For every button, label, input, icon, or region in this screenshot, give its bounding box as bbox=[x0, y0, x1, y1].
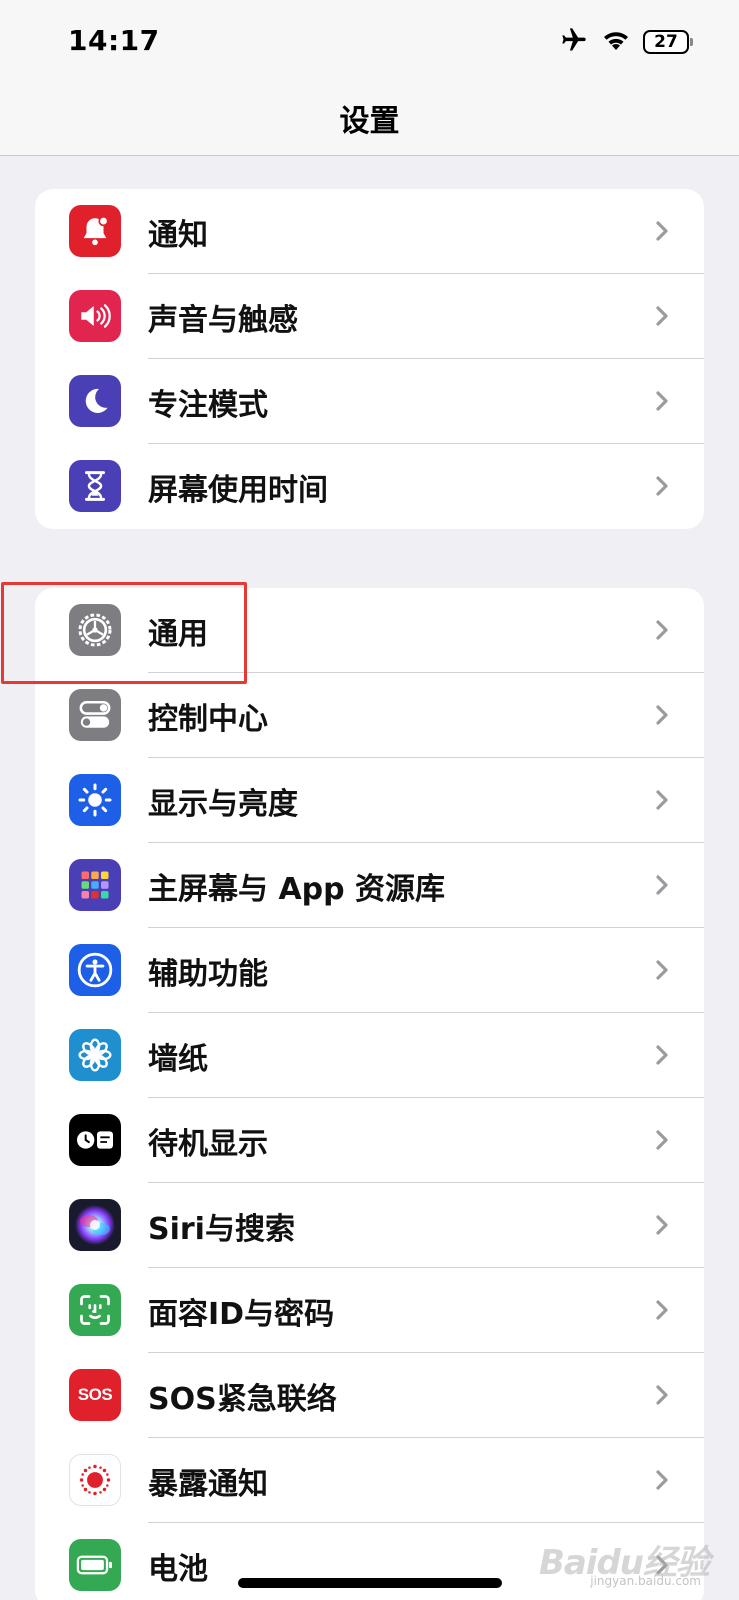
settings-row-accessibility[interactable]: 辅助功能 bbox=[35, 928, 704, 1013]
settings-row-display[interactable]: 显示与亮度 bbox=[35, 758, 704, 843]
wifi-icon bbox=[601, 28, 631, 56]
page-title: 设置 bbox=[339, 103, 400, 139]
chevron-right-icon bbox=[656, 875, 668, 895]
settings-row-standby[interactable]: 待机显示 bbox=[35, 1098, 704, 1183]
status-icons: 27 bbox=[559, 26, 693, 58]
chevron-right-icon bbox=[656, 306, 668, 326]
settings-group-1: 通知 声音与触感 专注模式 屏幕使用时间 bbox=[35, 189, 704, 529]
row-label: 面容ID与密码 bbox=[148, 1296, 335, 1332]
face-id-icon bbox=[69, 1284, 121, 1336]
row-label: 屏幕使用时间 bbox=[148, 472, 328, 508]
sos-icon-text: SOS bbox=[77, 1385, 113, 1404]
chevron-right-icon bbox=[656, 1130, 668, 1150]
row-label: Siri与搜索 bbox=[148, 1211, 295, 1247]
row-label: 电池 bbox=[148, 1551, 208, 1587]
settings-group-2: 通用 控制中心 显示与亮度 主屏幕与 App 资源库 辅助功能 墙纸 待机显示 … bbox=[35, 588, 704, 1600]
standby-icon bbox=[69, 1114, 121, 1166]
settings-row-sos[interactable]: SOS SOS紧急联络 bbox=[35, 1353, 704, 1438]
settings-row-exposure[interactable]: 暴露通知 bbox=[35, 1438, 704, 1523]
watermark-url: jingyan.baidu.com bbox=[590, 1574, 701, 1588]
chevron-right-icon bbox=[656, 1045, 668, 1065]
row-label: SOS紧急联络 bbox=[148, 1381, 337, 1417]
nav-bar: 设置 bbox=[0, 84, 739, 156]
settings-row-sounds[interactable]: 声音与触感 bbox=[35, 274, 704, 359]
settings-row-control-center[interactable]: 控制中心 bbox=[35, 673, 704, 758]
sos-icon: SOS bbox=[69, 1369, 121, 1421]
settings-row-wallpaper[interactable]: 墙纸 bbox=[35, 1013, 704, 1098]
status-bar: 14:17 27 bbox=[0, 0, 739, 84]
battery-icon: 27 bbox=[643, 30, 693, 54]
row-label: 暴露通知 bbox=[148, 1466, 268, 1502]
settings-row-siri[interactable]: Siri与搜索 bbox=[35, 1183, 704, 1268]
row-label: 声音与触感 bbox=[148, 302, 298, 338]
chevron-right-icon bbox=[656, 790, 668, 810]
highlight-box bbox=[1, 582, 247, 684]
app-grid-icon bbox=[69, 859, 121, 911]
moon-icon bbox=[69, 375, 121, 427]
siri-icon bbox=[69, 1199, 121, 1251]
chevron-right-icon bbox=[656, 620, 668, 640]
settings-row-focus[interactable]: 专注模式 bbox=[35, 359, 704, 444]
battery-icon bbox=[69, 1539, 121, 1591]
settings-row-screen-time[interactable]: 屏幕使用时间 bbox=[35, 444, 704, 529]
row-label: 显示与亮度 bbox=[148, 786, 298, 822]
settings-row-face-id[interactable]: 面容ID与密码 bbox=[35, 1268, 704, 1353]
home-indicator[interactable] bbox=[238, 1578, 502, 1588]
row-label: 辅助功能 bbox=[148, 956, 268, 992]
settings-row-notifications[interactable]: 通知 bbox=[35, 189, 704, 274]
chevron-right-icon bbox=[656, 1215, 668, 1235]
chevron-right-icon bbox=[656, 391, 668, 411]
battery-level: 27 bbox=[654, 32, 678, 52]
chevron-right-icon bbox=[656, 1385, 668, 1405]
sun-icon bbox=[69, 774, 121, 826]
speaker-icon bbox=[69, 290, 121, 342]
row-label: 控制中心 bbox=[148, 701, 268, 737]
row-label: 专注模式 bbox=[148, 387, 268, 423]
chevron-right-icon bbox=[656, 476, 668, 496]
accessibility-icon bbox=[69, 944, 121, 996]
chevron-right-icon bbox=[656, 1470, 668, 1490]
airplane-icon bbox=[559, 26, 589, 58]
row-label: 墙纸 bbox=[148, 1041, 208, 1077]
row-label: 待机显示 bbox=[148, 1126, 268, 1162]
toggles-icon bbox=[69, 689, 121, 741]
chevron-right-icon bbox=[656, 960, 668, 980]
row-label: 主屏幕与 App 资源库 bbox=[148, 871, 446, 907]
chevron-right-icon bbox=[656, 221, 668, 241]
notification-bell-icon bbox=[69, 205, 121, 257]
row-label: 通知 bbox=[148, 217, 208, 253]
hourglass-icon bbox=[69, 460, 121, 512]
exposure-icon bbox=[69, 1454, 121, 1506]
chevron-right-icon bbox=[656, 1300, 668, 1320]
flower-icon bbox=[69, 1029, 121, 1081]
settings-row-home-screen[interactable]: 主屏幕与 App 资源库 bbox=[35, 843, 704, 928]
status-time: 14:17 bbox=[68, 24, 160, 57]
chevron-right-icon bbox=[656, 705, 668, 725]
